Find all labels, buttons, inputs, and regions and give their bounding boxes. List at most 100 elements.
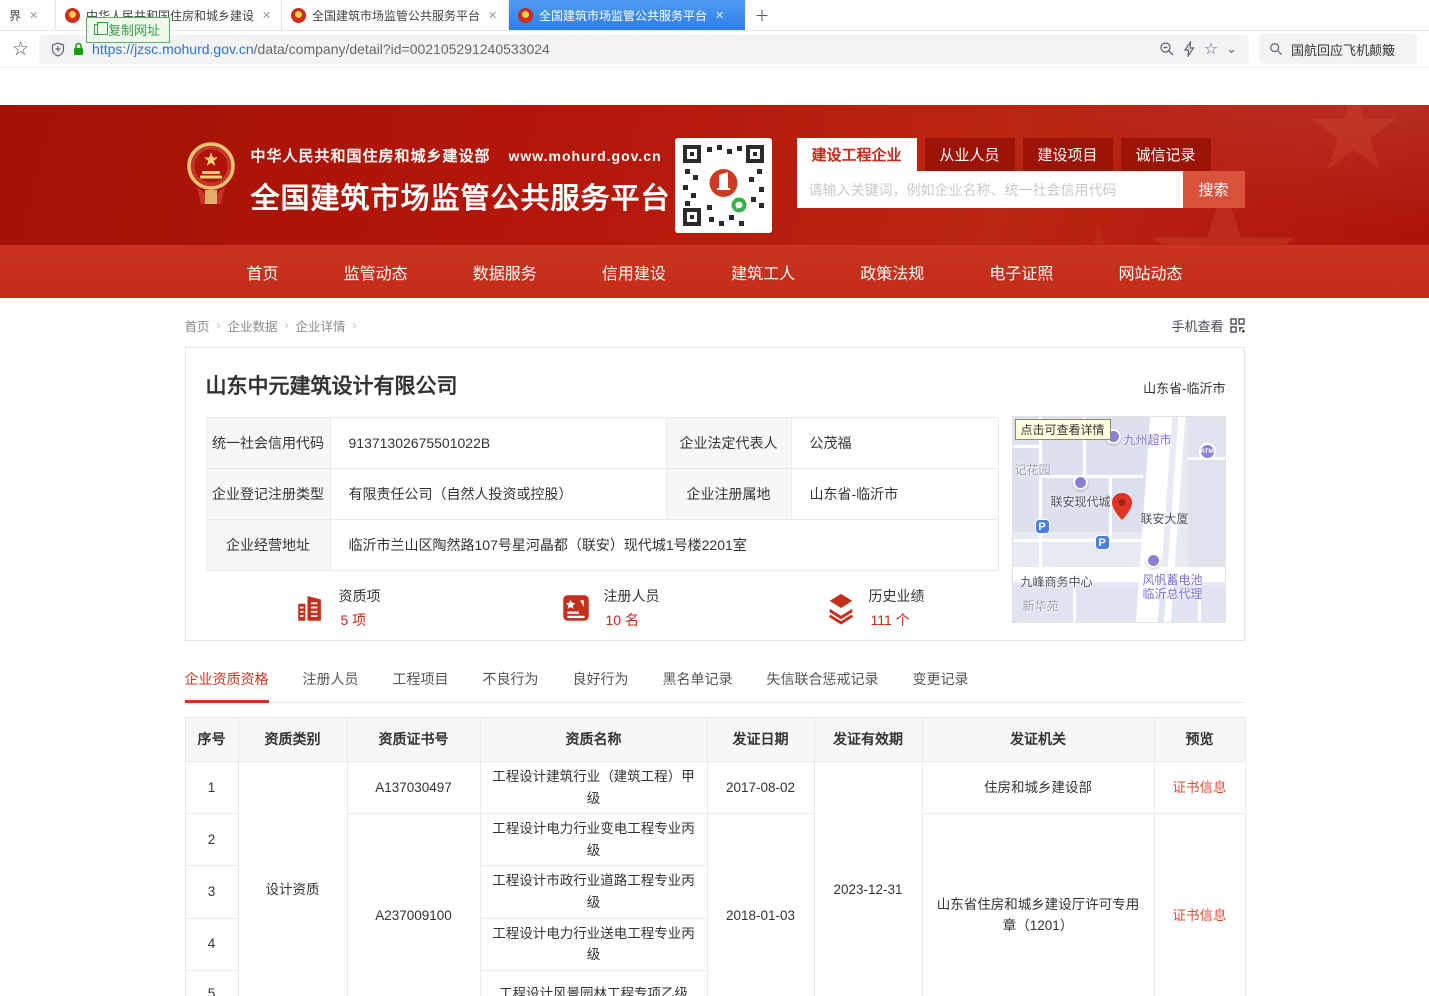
layers-icon xyxy=(824,591,858,625)
nav-site-news[interactable]: 网站动态 xyxy=(1118,260,1182,284)
bookmark-star-icon[interactable]: ☆ xyxy=(12,40,29,59)
field-label: 统一社会信用代码 xyxy=(206,418,330,469)
tab-bad-behavior[interactable]: 不良行为 xyxy=(483,669,539,702)
building-icon xyxy=(294,591,328,625)
col-cert-name: 资质名称 xyxy=(480,718,707,762)
map-label: 新华苑 xyxy=(1023,597,1059,614)
cell-issue-date: 2018-01-03 xyxy=(707,814,814,996)
header-search: 建设工程企业 从业人员 建设项目 诚信记录 搜索 xyxy=(797,138,1245,208)
browser-tab-strip: 界 ✕ 中华人民共和国住房和城乡建设 ✕ 全国建筑市场监管公共服务平台 ✕ 全国… xyxy=(0,0,1429,31)
nav-supervision[interactable]: 监管动态 xyxy=(344,260,408,284)
browser-chrome: 界 ✕ 中华人民共和国住房和城乡建设 ✕ 全国建筑市场监管公共服务平台 ✕ 全国… xyxy=(0,0,1429,68)
community-pin xyxy=(1073,475,1088,490)
battery-store-pin xyxy=(1146,553,1161,568)
cell-issue-date: 2017-08-02 xyxy=(707,762,814,814)
nav-workers[interactable]: 建筑工人 xyxy=(731,260,795,284)
tab-close-icon[interactable]: ✕ xyxy=(715,9,724,22)
nav-policy[interactable]: 政策法规 xyxy=(860,260,924,284)
quick-search-box[interactable]: 国航回应飞机颠簸 xyxy=(1259,34,1417,64)
certificate-icon xyxy=(559,591,593,625)
map-label: 联安大厦 xyxy=(1141,510,1189,527)
search-tab-personnel[interactable]: 从业人员 xyxy=(925,138,1015,171)
nav-certificates[interactable]: 电子证照 xyxy=(989,260,1053,284)
url-field[interactable]: https://jzsc.mohurd.gov.cn/data/company/… xyxy=(39,35,1249,64)
browser-tab-2[interactable]: 全国建筑市场监管公共服务平台 ✕ xyxy=(282,0,509,30)
tab-good-behavior[interactable]: 良好行为 xyxy=(573,669,629,702)
field-label: 企业法定代表人 xyxy=(666,418,791,469)
search-tab-enterprise[interactable]: 建设工程企业 xyxy=(797,138,917,171)
url-text: https://jzsc.mohurd.gov.cn/data/company/… xyxy=(92,41,550,57)
lightning-icon[interactable] xyxy=(1183,41,1196,57)
business-address-value: 临沂市兰山区陶然路107号星河晶都（联安）现代城1号楼2201室 xyxy=(330,520,998,571)
certificate-info-link[interactable]: 证书信息 xyxy=(1173,908,1227,923)
browser-url-row: ☆ https://jzsc.mohurd.gov.cn/data/compan… xyxy=(0,31,1429,68)
tab-registered-personnel[interactable]: 注册人员 xyxy=(303,669,359,702)
map-label: 九峰商务中心 xyxy=(1021,573,1093,590)
shield-icon[interactable] xyxy=(51,42,65,57)
search-tab-project[interactable]: 建设项目 xyxy=(1023,138,1113,171)
col-index: 序号 xyxy=(185,718,238,762)
tab-close-icon[interactable]: ✕ xyxy=(488,9,497,22)
browser-tab-0[interactable]: 界 ✕ xyxy=(0,0,56,30)
cell-index: 3 xyxy=(185,866,238,918)
cell-index: 5 xyxy=(185,970,238,996)
map-label: 联安现代城 xyxy=(1051,493,1111,510)
zoom-out-icon[interactable] xyxy=(1159,41,1175,57)
company-name: 山东中元建筑设计有限公司 xyxy=(206,370,1226,400)
certificate-info-link[interactable]: 证书信息 xyxy=(1173,780,1227,795)
cell-cert-name: 工程设计电力行业送电工程专业丙级 xyxy=(480,918,707,970)
hot-search-text: 国航回应飞机颠簸 xyxy=(1291,40,1395,59)
cell-cert-no: A237009100 xyxy=(347,814,480,996)
atm-pin: ATM xyxy=(1199,443,1216,460)
keyword-search-input[interactable] xyxy=(797,171,1183,208)
header-qr-code xyxy=(675,138,772,233)
copy-url-tooltip: 复制网址 xyxy=(86,17,170,43)
col-preview: 预览 xyxy=(1154,718,1245,762)
new-tab-button[interactable]: ＋ xyxy=(745,0,779,30)
chevron-down-icon[interactable]: ⌄ xyxy=(1226,41,1237,57)
site-brand: 中华人民共和国住房和城乡建设部www.mohurd.gov.cn 全国建筑市场监… xyxy=(251,145,671,217)
tab-title: 界 xyxy=(9,7,21,24)
site-header: 中华人民共和国住房和城乡建设部www.mohurd.gov.cn 全国建筑市场监… xyxy=(0,105,1429,245)
tab-blacklist[interactable]: 黑名单记录 xyxy=(663,669,733,702)
nav-home[interactable]: 首页 xyxy=(247,260,279,284)
https-lock-icon xyxy=(73,42,84,56)
tab-projects[interactable]: 工程项目 xyxy=(393,669,449,702)
col-category: 资质类别 xyxy=(238,718,347,762)
main-nav: 首页 监管动态 数据服务 信用建设 建筑工人 政策法规 电子证照 网站动态 xyxy=(0,245,1429,298)
national-emblem-logo xyxy=(187,138,235,218)
stat-value: 5 项 xyxy=(339,610,381,630)
nav-credit[interactable]: 信用建设 xyxy=(602,260,666,284)
col-issue-date: 发证日期 xyxy=(707,718,814,762)
tab-change-records[interactable]: 变更记录 xyxy=(913,669,969,702)
search-category-tabs: 建设工程企业 从业人员 建设项目 诚信记录 xyxy=(797,138,1245,171)
company-location-marker xyxy=(1112,493,1132,520)
breadcrumb: 首页 › 企业数据 › 企业详情 › 手机查看 xyxy=(185,315,1245,335)
breadcrumb-company-data[interactable]: 企业数据 xyxy=(228,316,278,335)
tab-qualifications[interactable]: 企业资质资格 xyxy=(185,669,269,703)
favorite-star-icon[interactable]: ☆ xyxy=(1204,39,1218,59)
breadcrumb-company-detail[interactable]: 企业详情 xyxy=(296,316,346,335)
search-tab-credit[interactable]: 诚信记录 xyxy=(1121,138,1211,171)
mobile-view-button[interactable]: 手机查看 xyxy=(1171,316,1244,335)
stat-qualifications[interactable]: 资质项5 项 xyxy=(294,586,559,630)
tab-close-icon[interactable]: ✕ xyxy=(29,9,38,22)
credit-code-value: 91371302675501022B xyxy=(330,418,666,469)
parking-pin: P xyxy=(1035,519,1050,534)
tab-title: 全国建筑市场监管公共服务平台 xyxy=(312,7,480,24)
search-button[interactable]: 搜索 xyxy=(1183,171,1245,208)
copy-icon xyxy=(94,24,103,35)
cell-cert-no: A137030497 xyxy=(347,762,480,814)
nav-data-service[interactable]: 数据服务 xyxy=(473,260,537,284)
browser-tab-3-active[interactable]: 全国建筑市场监管公共服务平台 ✕ xyxy=(509,0,745,30)
stat-registered-personnel[interactable]: 注册人员10 名 xyxy=(559,586,824,630)
table-row: 1 设计资质 A137030497 工程设计建筑行业（建筑工程）甲级 2017-… xyxy=(185,762,1245,814)
location-map[interactable]: 点击可查看详情 九州超市 ATM 记花园 联安现代城 联安大厦 P P 九峰商务… xyxy=(1012,416,1226,623)
cell-authority: 住房和城乡建设部 xyxy=(922,762,1154,814)
ministry-url: www.mohurd.gov.cn xyxy=(509,148,662,164)
tab-title: 全国建筑市场监管公共服务平台 xyxy=(539,7,707,24)
breadcrumb-home[interactable]: 首页 xyxy=(185,316,210,335)
tab-dishonesty-records[interactable]: 失信联合惩戒记录 xyxy=(767,669,879,702)
tab-close-icon[interactable]: ✕ xyxy=(262,9,271,22)
company-info-table: 统一社会信用代码 91371302675501022B 企业法定代表人 公茂福 … xyxy=(206,417,999,571)
